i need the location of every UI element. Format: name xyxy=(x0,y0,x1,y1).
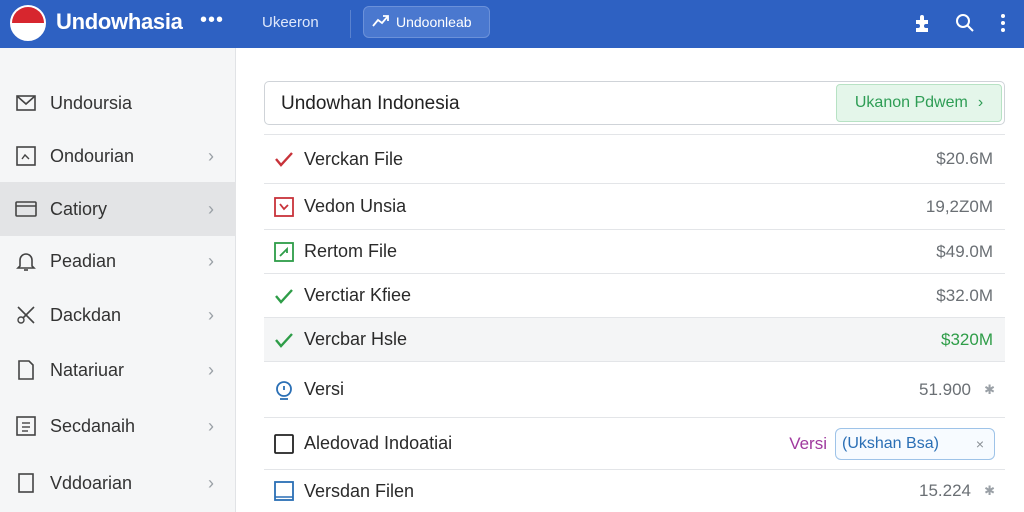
puzzle-icon[interactable] xyxy=(910,10,936,36)
file-row[interactable]: Versi 51.900 ✱ xyxy=(264,361,1005,417)
chevron-right-icon: › xyxy=(208,415,214,436)
flag-logo[interactable] xyxy=(10,5,46,41)
sidebar-item-catiory[interactable]: Catiory › xyxy=(0,182,236,236)
version-tag: Versi xyxy=(789,433,827,453)
file-name: Rertom File xyxy=(304,241,398,261)
chevron-right-icon: › xyxy=(977,94,984,111)
chevron-right-icon: › xyxy=(208,472,214,493)
trend-icon xyxy=(372,14,390,31)
close-icon[interactable]: × xyxy=(976,436,984,452)
file-name: Aledovad Indoatiai xyxy=(304,433,453,453)
file-size: 15.224 xyxy=(919,481,971,500)
file-row[interactable]: Verckan File $20.6M xyxy=(264,134,1005,183)
chevron-right-icon: › xyxy=(208,359,214,380)
file-name: Vedon Unsia xyxy=(304,196,407,216)
file-size: $20.6M xyxy=(936,149,993,168)
search-button-label: Ukanon Pdwem xyxy=(854,94,968,111)
sidebar-item-dackdan[interactable]: Dackdan › xyxy=(0,288,236,342)
sidebar-item-label: Secdanaih xyxy=(50,415,136,436)
red-check-icon xyxy=(275,152,293,167)
chevron-right-icon: › xyxy=(208,250,214,271)
green-check-icon xyxy=(275,332,293,348)
chevron-right-icon: › xyxy=(208,304,214,325)
file-name: Vercbar Hsle xyxy=(304,329,408,349)
version-chip-label: (Ukshan Bsa) xyxy=(842,434,939,452)
green-check-icon xyxy=(275,288,293,304)
sidebar-item-natariuar[interactable]: Natariuar › xyxy=(0,343,236,397)
sidebar-item-label: Undoursia xyxy=(50,92,133,113)
blue-circle-icon xyxy=(276,380,292,400)
search-input[interactable]: Undowhan Indonesia Ukanon Pdwem › xyxy=(264,81,1005,125)
file-size: 51.900 xyxy=(919,379,971,399)
pin-icon[interactable]: ✱ xyxy=(984,483,995,499)
file-row[interactable]: Versdan Filen 15.224 ✱ xyxy=(264,469,1005,512)
kebab-menu-icon[interactable] xyxy=(990,10,1016,36)
file-name: Versi xyxy=(304,379,345,399)
nav-pill-button[interactable]: Undoonleab xyxy=(363,6,490,38)
file-row[interactable]: Vercbar Hsle $320M xyxy=(264,317,1005,361)
document-icon xyxy=(18,360,34,380)
nav-divider xyxy=(350,10,351,38)
nav-pill-label: Undoonleab xyxy=(396,14,472,30)
page-icon xyxy=(18,473,34,493)
bell-icon xyxy=(16,253,36,271)
search-submit-button[interactable]: Ukanon Pdwem › xyxy=(836,84,1002,122)
file-row[interactable]: Rertom File $49.0M xyxy=(264,229,1005,273)
sidebar-item-label: Ondourian xyxy=(50,145,135,166)
chevron-right-icon: › xyxy=(208,198,214,219)
file-name: Verctiar Kfiee xyxy=(304,285,412,305)
mail-icon xyxy=(16,95,36,111)
file-size: $320M xyxy=(941,329,993,349)
sidebar-item-label: Peadian xyxy=(50,250,117,271)
nav-link[interactable]: Ukeeron xyxy=(262,14,319,31)
search-icon[interactable] xyxy=(952,10,978,36)
app-title: Undowhasia xyxy=(56,9,183,34)
sidebar-item-peadian[interactable]: Peadian › xyxy=(0,234,236,288)
file-size: $32.0M xyxy=(936,285,993,305)
chevron-right-icon: › xyxy=(208,145,214,166)
blue-box-icon xyxy=(274,481,294,501)
file-row[interactable]: Vedon Unsia 19,2Z0M xyxy=(264,183,1005,229)
search-input-value: Undowhan Indonesia xyxy=(281,93,460,114)
red-box-icon xyxy=(274,196,294,217)
sidebar-item-label: Dackdan xyxy=(50,304,122,325)
sidebar-item-label: Natariuar xyxy=(50,359,125,380)
file-name: Versdan Filen xyxy=(304,480,415,501)
version-chip[interactable]: (Ukshan Bsa) × xyxy=(835,427,995,460)
sidebar-item-secdanaih[interactable]: Secdanaih › xyxy=(0,399,236,453)
sidebar-item-label: Vddoarian xyxy=(50,472,133,493)
file-size: 19,2Z0M xyxy=(925,196,993,216)
sidebar-item-undoursia[interactable]: Undoursia xyxy=(0,76,236,130)
more-dots-icon[interactable]: ••• xyxy=(200,10,224,30)
square-icon xyxy=(274,433,294,454)
sidebar: Undoursia Ondourian › Catiory › Peadian … xyxy=(0,48,236,512)
file-size: $49.0M xyxy=(936,241,993,261)
list-box-icon xyxy=(16,416,36,436)
sidebar-item-ondourian[interactable]: Ondourian › xyxy=(0,129,236,183)
image-box-icon xyxy=(16,146,36,166)
folder-icon xyxy=(15,201,37,217)
file-name: Verckan File xyxy=(304,148,404,169)
sidebar-item-vddoarian[interactable]: Vddoarian › xyxy=(0,456,236,510)
sidebar-item-label: Catiory xyxy=(50,198,108,219)
pin-icon[interactable]: ✱ xyxy=(984,382,995,398)
tools-icon xyxy=(17,306,35,324)
file-row[interactable]: Aledovad Indoatiai Versi (Ukshan Bsa) × xyxy=(264,417,1005,469)
file-row[interactable]: Verctiar Kfiee $32.0M xyxy=(264,273,1005,317)
green-box-icon xyxy=(274,241,294,262)
top-bar: Undowhasia ••• Ukeeron Undoonleab xyxy=(0,0,1024,48)
